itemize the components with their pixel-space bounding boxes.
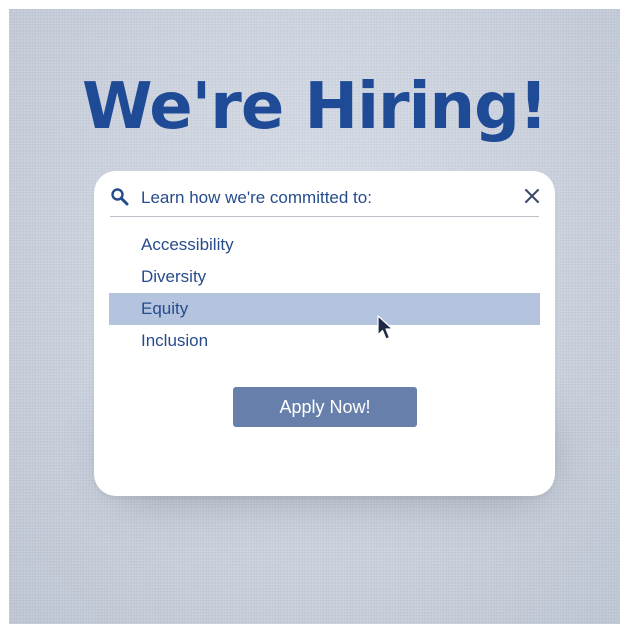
close-icon[interactable] — [524, 188, 540, 204]
search-bar[interactable]: Learn how we're committed to: — [110, 185, 540, 213]
search-divider — [110, 216, 539, 217]
poster-background: We're Hiring! Learn how we're committed … — [9, 9, 620, 624]
headline: We're Hiring! — [81, 70, 548, 144]
option-diversity[interactable]: Diversity — [109, 261, 540, 293]
arrow-cursor-icon — [377, 315, 394, 340]
option-inclusion[interactable]: Inclusion — [109, 325, 540, 357]
option-accessibility[interactable]: Accessibility — [109, 229, 540, 261]
search-icon — [111, 188, 129, 206]
option-equity[interactable]: Equity — [109, 293, 540, 325]
option-list: Accessibility Diversity Equity Inclusion — [109, 229, 540, 357]
search-label: Learn how we're committed to: — [141, 188, 372, 207]
search-card: Learn how we're committed to: Accessibil… — [94, 171, 555, 496]
apply-now-button[interactable]: Apply Now! — [233, 387, 417, 427]
